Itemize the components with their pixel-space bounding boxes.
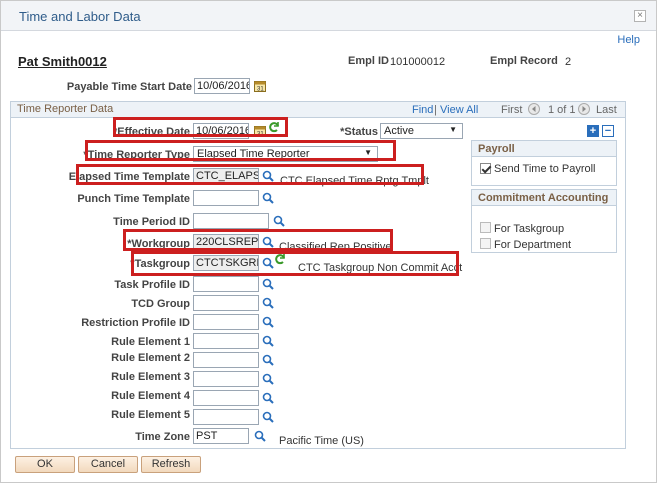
rule-element-5-field[interactable] [193, 409, 259, 425]
commitment-header: Commitment Accounting [472, 190, 616, 206]
time-zone-desc: Pacific Time (US) [279, 435, 364, 447]
rule-element-1-label: Rule Element 1 [111, 336, 190, 348]
punch-template-label: Punch Time Template [77, 193, 190, 205]
window-title: Time and Labor Data [19, 9, 141, 24]
calendar-icon[interactable]: 31 [254, 80, 266, 92]
payroll-header: Payroll [472, 141, 616, 157]
taskgroup-highlight [131, 251, 459, 276]
close-icon[interactable]: × [634, 10, 646, 22]
last-label[interactable]: Last [596, 104, 617, 116]
search-icon[interactable] [254, 430, 266, 442]
rule-element-2-label: Rule Element 2 [111, 352, 190, 364]
help-link[interactable]: Help [617, 34, 640, 46]
rule-element-4-label: Rule Element 4 [111, 390, 190, 402]
restriction-profile-field[interactable] [193, 314, 259, 330]
rule-element-2-field[interactable] [193, 352, 259, 368]
search-icon[interactable] [262, 354, 274, 366]
restriction-profile-label: Restriction Profile ID [81, 317, 190, 329]
empl-id-label: Empl ID [348, 55, 389, 67]
for-taskgroup-label: For Taskgroup [494, 223, 565, 235]
tcd-group-field[interactable] [193, 295, 259, 311]
rule-element-4-field[interactable] [193, 390, 259, 406]
punch-template-field[interactable] [193, 190, 259, 206]
ok-button[interactable]: OK [15, 456, 75, 473]
find-link[interactable]: Find [412, 104, 433, 116]
rule-element-1-field[interactable] [193, 333, 259, 349]
for-department-checkbox[interactable] [480, 238, 491, 249]
empl-record-label: Empl Record [490, 55, 558, 67]
employee-name: Pat Smith0012 [18, 54, 107, 69]
time-zone-label: Time Zone [135, 431, 190, 443]
time-reporter-type-highlight [85, 140, 396, 161]
rule-element-3-field[interactable] [193, 371, 259, 387]
for-taskgroup-checkbox[interactable] [480, 222, 491, 233]
search-icon[interactable] [262, 278, 274, 290]
send-to-payroll-checkbox[interactable] [480, 163, 491, 174]
time-zone-field[interactable]: PST [193, 428, 249, 444]
search-icon[interactable] [262, 192, 274, 204]
search-icon[interactable] [262, 411, 274, 423]
search-icon[interactable] [262, 297, 274, 309]
time-period-field[interactable] [193, 213, 269, 229]
add-row-button[interactable]: + [587, 125, 599, 137]
rule-element-5-label: Rule Element 5 [111, 409, 190, 421]
chevron-down-icon: ▼ [449, 125, 457, 134]
search-icon[interactable] [262, 316, 274, 328]
task-profile-label: Task Profile ID [114, 279, 190, 291]
for-department-label: For Department [494, 239, 572, 251]
search-icon[interactable] [262, 392, 274, 404]
svg-text:31: 31 [257, 87, 264, 93]
refresh-button[interactable]: Refresh [141, 456, 201, 473]
time-period-label: Time Period ID [113, 216, 190, 228]
status-value: Active [384, 125, 414, 137]
payable-start-field[interactable]: 10/06/2016 [194, 78, 250, 94]
task-profile-field[interactable] [193, 276, 259, 292]
view-all-link[interactable]: View All [440, 104, 478, 116]
payable-start-label: Payable Time Start Date [66, 81, 192, 93]
elapsed-template-highlight [76, 164, 424, 185]
workgroup-highlight [123, 229, 393, 251]
send-to-payroll-label: Send Time to Payroll [494, 163, 596, 175]
previous-icon[interactable] [528, 103, 540, 115]
first-label[interactable]: First [501, 104, 522, 116]
effective-date-highlight [113, 117, 288, 137]
title-bar: Time and Labor Data × [1, 1, 656, 31]
row-counter: 1 of 1 [548, 104, 576, 116]
tcd-group-label: TCD Group [131, 298, 190, 310]
delete-row-button[interactable]: − [602, 125, 614, 137]
section-title: Time Reporter Data [17, 103, 114, 115]
search-icon[interactable] [262, 335, 274, 347]
search-icon[interactable] [273, 215, 285, 227]
empl-id-value: 101000012 [390, 56, 446, 68]
status-select[interactable]: Active ▼ [380, 123, 463, 139]
cancel-button[interactable]: Cancel [78, 456, 138, 473]
empl-record-value: 2 [565, 56, 572, 68]
rule-element-3-label: Rule Element 3 [111, 371, 190, 383]
next-icon[interactable] [578, 103, 590, 115]
status-label: *Status [340, 126, 378, 138]
search-icon[interactable] [262, 373, 274, 385]
